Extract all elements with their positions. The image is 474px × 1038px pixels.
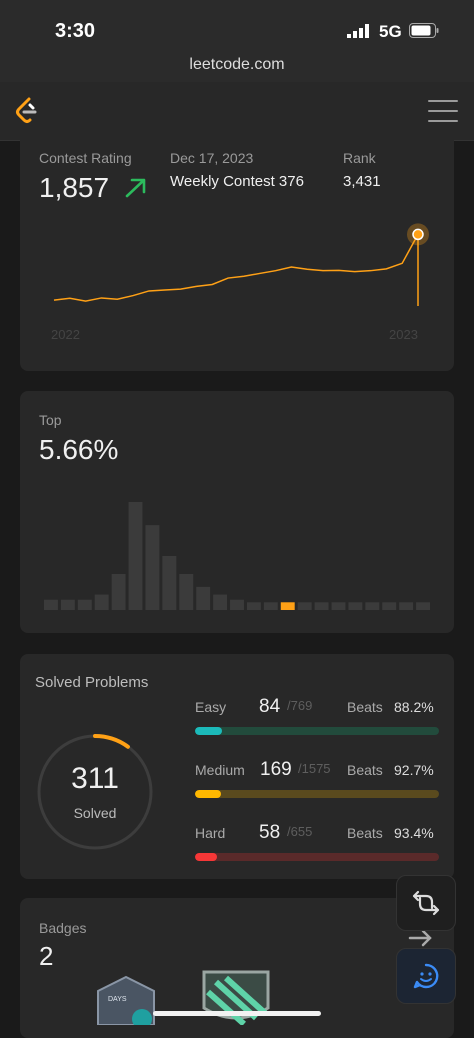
medium-progress-bar xyxy=(195,790,439,798)
badge-days-icon[interactable]: DAYS xyxy=(94,975,158,1025)
top-navbar xyxy=(0,82,474,141)
battery-icon xyxy=(409,23,439,38)
leetcode-logo-icon[interactable] xyxy=(14,97,40,125)
histogram-bar xyxy=(179,574,194,610)
histogram-bar xyxy=(297,602,312,610)
badges-count: 2 xyxy=(39,941,54,971)
histogram-bar xyxy=(111,574,126,610)
switch-layout-button[interactable] xyxy=(396,875,456,931)
histogram-bar xyxy=(145,525,160,610)
arrow-right-icon[interactable] xyxy=(408,929,434,947)
hard-total: /655 xyxy=(287,824,313,839)
switch-layout-icon xyxy=(412,890,440,916)
histogram-bar-highlight xyxy=(280,602,295,610)
top-label: Top xyxy=(39,412,62,428)
contest-rating-value: 1,857 xyxy=(39,172,110,203)
histogram-bar xyxy=(399,602,414,610)
histogram-bar xyxy=(162,556,177,610)
trend-up-arrow-icon xyxy=(125,178,146,198)
badges-label: Badges xyxy=(39,920,87,936)
signal-icon xyxy=(347,24,369,38)
hamburger-menu-icon[interactable] xyxy=(428,100,458,124)
contest-name: Weekly Contest 376 xyxy=(170,173,304,190)
top-percentile-value: 5.66% xyxy=(39,434,119,465)
x-tick-2022: 2022 xyxy=(51,327,80,342)
medium-total: /1575 xyxy=(298,761,331,776)
hard-progress-bar xyxy=(195,853,439,861)
medium-beats-value: 92.7% xyxy=(394,762,434,778)
medium-progress-fill xyxy=(195,790,222,798)
hard-count: 58 xyxy=(259,822,281,843)
rank-label: Rank xyxy=(343,150,376,166)
contest-date: Dec 17, 2023 xyxy=(170,150,254,166)
histogram-bar xyxy=(94,594,109,610)
medium-label: Medium xyxy=(195,762,245,778)
histogram-bar xyxy=(128,502,143,610)
solved-total-label: Solved xyxy=(73,805,117,821)
medium-count: 169 xyxy=(260,759,292,780)
status-bar: 3:30 5G xyxy=(0,0,474,48)
hard-label: Hard xyxy=(195,825,226,841)
home-indicator xyxy=(153,1011,321,1016)
histogram-bar xyxy=(60,599,75,610)
easy-progress-bar xyxy=(195,727,439,735)
histogram-bar xyxy=(213,594,228,610)
status-time: 3:30 xyxy=(55,20,96,42)
easy-beats-value: 88.2% xyxy=(394,699,434,715)
hard-beats-label: Beats xyxy=(347,825,383,841)
contest-rating-label: Contest Rating xyxy=(39,150,132,166)
hard-beats-value: 93.4% xyxy=(394,825,434,841)
histogram-bar xyxy=(314,602,329,610)
histogram-bar xyxy=(230,599,244,610)
percentile-histogram[interactable] xyxy=(44,500,430,610)
hard-progress-fill xyxy=(195,853,217,861)
badge-annual-icon[interactable] xyxy=(196,968,276,1025)
solved-total: 311 xyxy=(71,762,119,795)
histogram-bar xyxy=(365,602,380,610)
histogram-bar xyxy=(196,586,211,610)
easy-beats-label: Beats xyxy=(347,699,383,715)
histogram-bar xyxy=(331,602,346,610)
rank-value: 3,431 xyxy=(343,173,381,190)
easy-progress-fill xyxy=(195,727,222,735)
histogram-bar xyxy=(44,599,58,610)
histogram-bar xyxy=(416,602,430,610)
badge-days-text: DAYS xyxy=(108,996,127,1003)
network-type: 5G xyxy=(379,22,402,41)
medium-beats-label: Beats xyxy=(347,762,383,778)
histogram-bar xyxy=(263,602,278,610)
x-tick-2023: 2023 xyxy=(389,327,418,342)
solved-problems-title: Solved Problems xyxy=(35,674,149,691)
histogram-bar xyxy=(382,602,397,610)
smiley-chat-icon xyxy=(413,963,439,989)
histogram-bar xyxy=(348,602,363,610)
histogram-bar xyxy=(77,599,92,610)
easy-label: Easy xyxy=(195,699,227,715)
feedback-button[interactable] xyxy=(396,948,456,1004)
rating-line-series xyxy=(53,234,419,302)
easy-total: /769 xyxy=(287,698,313,713)
rating-current-point xyxy=(412,228,424,241)
url-text: leetcode.com xyxy=(189,56,285,73)
url-bar[interactable]: leetcode.com xyxy=(0,48,474,82)
easy-count: 84 xyxy=(259,696,281,717)
histogram-bar xyxy=(246,602,261,610)
